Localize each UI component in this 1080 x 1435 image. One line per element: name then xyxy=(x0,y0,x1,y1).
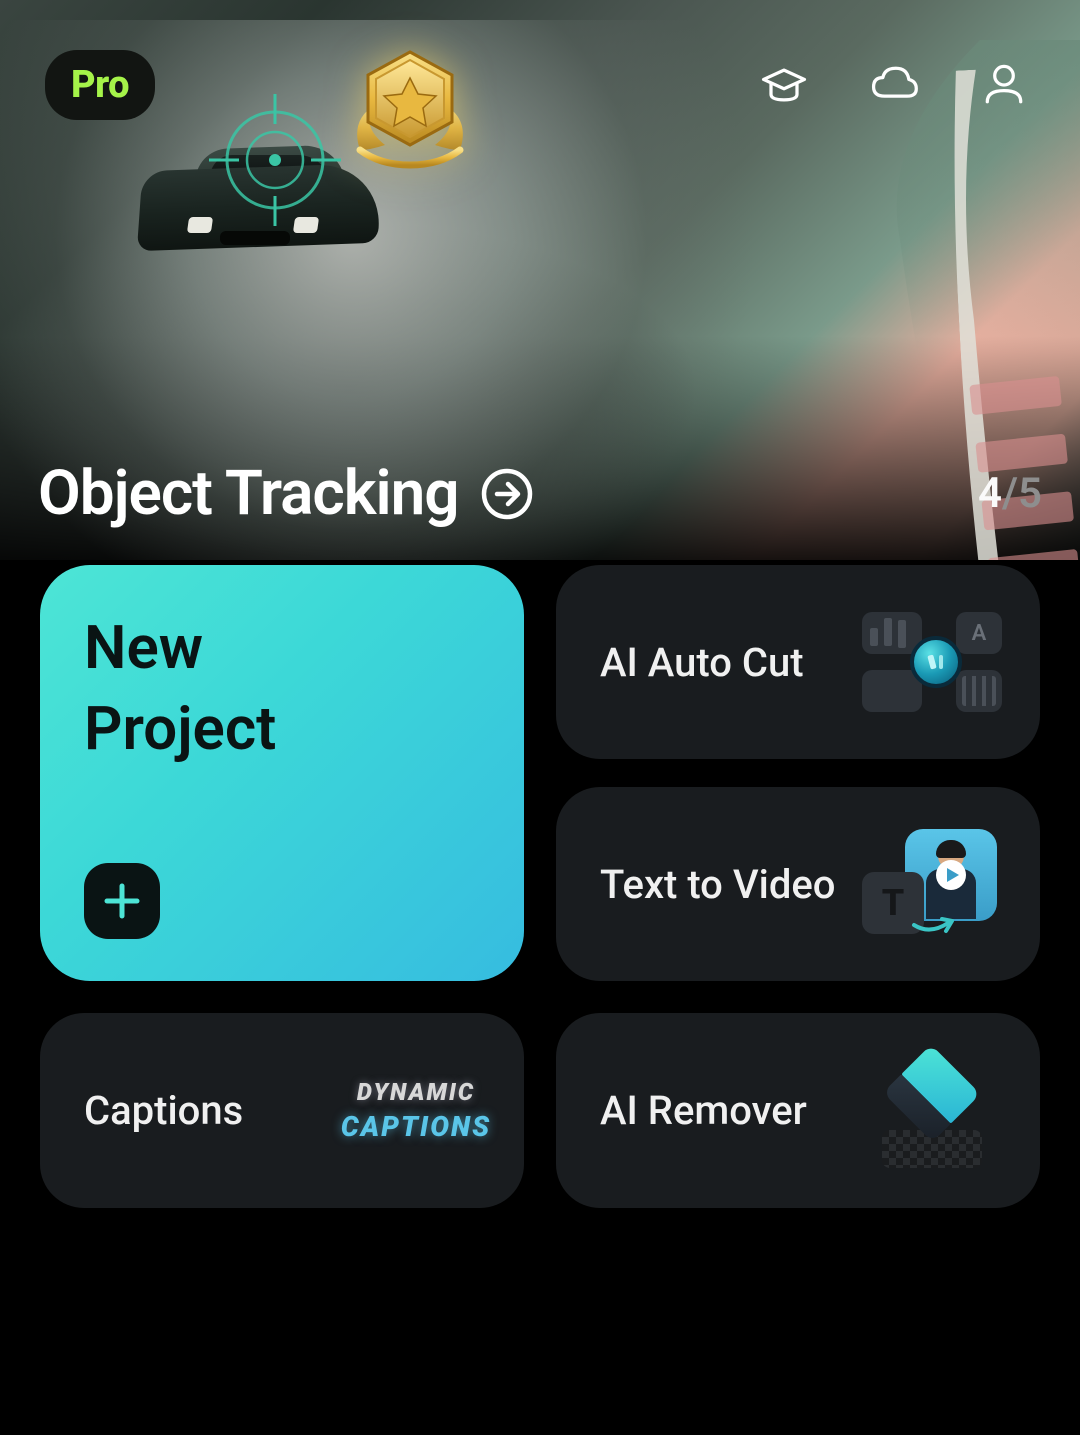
ai-remover-card[interactable]: AI Remover xyxy=(556,1013,1040,1208)
new-project-title: NewProject xyxy=(84,607,480,769)
new-project-card[interactable]: NewProject xyxy=(40,565,524,981)
arrow-right-circle-icon xyxy=(480,467,534,521)
graduation-cap-icon xyxy=(758,59,810,111)
hero-action-button[interactable] xyxy=(480,467,534,521)
captions-card[interactable]: Captions DYNAMIC CAPTIONS xyxy=(40,1013,524,1208)
text-to-video-card[interactable]: Text to Video T xyxy=(556,787,1040,981)
dynamic-captions-icon: DYNAMIC CAPTIONS xyxy=(346,1051,486,1171)
card-label: Captions xyxy=(84,1087,243,1134)
learn-button[interactable] xyxy=(756,57,812,113)
eraser-icon xyxy=(862,1051,1002,1171)
hero-title: Object Tracking xyxy=(38,457,458,530)
card-label: AI Remover xyxy=(600,1087,807,1134)
hero-banner[interactable]: Pro Object Tracking xyxy=(0,0,1080,560)
text-to-video-icon: T xyxy=(862,824,1002,944)
cloud-button[interactable] xyxy=(866,57,922,113)
new-project-plus xyxy=(84,863,160,939)
card-label: Text to Video xyxy=(600,861,836,908)
profile-button[interactable] xyxy=(976,57,1032,113)
person-icon xyxy=(978,59,1030,111)
pro-badge[interactable]: Pro xyxy=(45,50,155,120)
carousel-pager: 4/5 xyxy=(978,469,1042,518)
cloud-icon xyxy=(868,59,920,111)
pager-current: 4 xyxy=(978,469,1002,518)
card-label: AI Auto Cut xyxy=(600,639,804,686)
ai-auto-cut-card[interactable]: AI Auto Cut A xyxy=(556,565,1040,759)
auto-cut-icon: A xyxy=(862,602,1002,722)
plus-icon xyxy=(103,882,141,920)
